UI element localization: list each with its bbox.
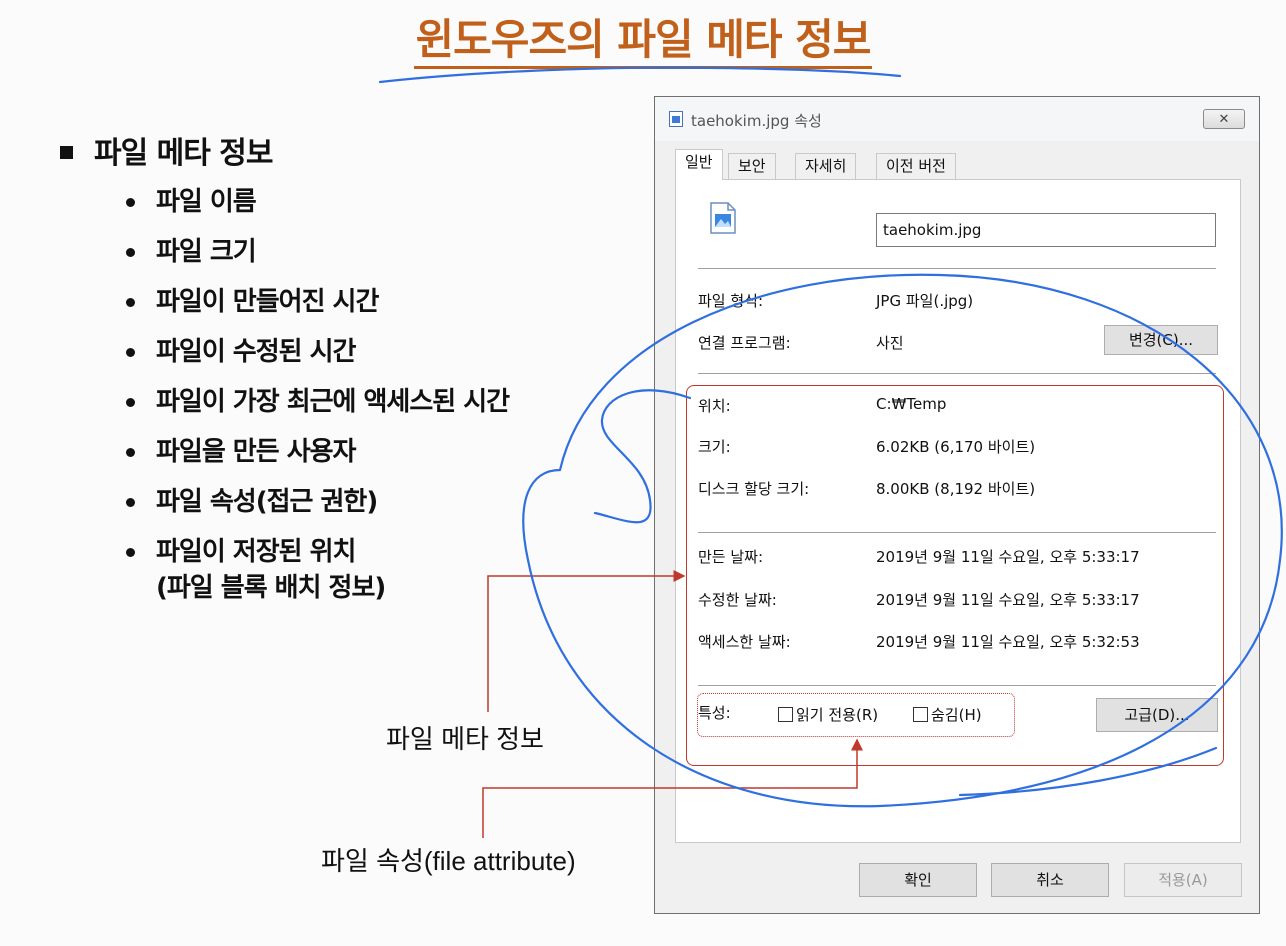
close-icon: ✕ <box>1218 112 1230 127</box>
open-with-value: 사진 <box>876 334 904 352</box>
dot-bullet-icon <box>126 398 135 407</box>
tab-previous-versions[interactable]: 이전 버전 <box>876 153 956 179</box>
list-item: 파일이 수정된 시간 <box>60 334 620 370</box>
main-bullet-text: 파일 메타 정보 <box>94 136 273 171</box>
apply-button[interactable]: 적용(A) <box>1124 863 1242 897</box>
main-bullet: 파일 메타 정보 <box>60 130 620 178</box>
ok-button[interactable]: 확인 <box>859 863 977 897</box>
file-type-value: JPG 파일(.jpg) <box>876 292 974 310</box>
sub-bullet-list: 파일 이름 파일 크기 파일이 만들어진 시간 파일이 수정된 시간 파일이 가… <box>60 184 620 606</box>
bullet-section: 파일 메타 정보 파일 이름 파일 크기 파일이 만들어진 시간 파일이 수정된… <box>60 130 620 620</box>
tab-details[interactable]: 자세히 <box>795 153 857 179</box>
cancel-button[interactable]: 취소 <box>991 863 1109 897</box>
change-button[interactable]: 변경(C)... <box>1104 325 1218 355</box>
list-item: 파일이 만들어진 시간 <box>60 284 620 320</box>
dot-bullet-icon <box>126 498 135 507</box>
divider <box>698 268 1216 269</box>
list-item-text: 파일을 만든 사용자 <box>156 437 356 467</box>
list-item-text: 파일 이름 <box>156 187 257 217</box>
list-item: 파일이 가장 최근에 액세스된 시간 <box>60 384 620 420</box>
dialog-title: taehokim.jpg 속성 <box>691 112 822 130</box>
list-item-text: 파일이 수정된 시간 <box>156 337 356 367</box>
image-file-icon <box>710 202 736 234</box>
dot-bullet-icon <box>126 198 135 207</box>
close-button[interactable]: ✕ <box>1203 109 1245 129</box>
list-item-text: 파일 속성(접근 권한) <box>156 487 378 517</box>
callout-attr-label: 파일 속성(file attribute) <box>321 846 576 876</box>
list-item: 파일을 만든 사용자 <box>60 434 620 470</box>
dot-bullet-icon <box>126 348 135 357</box>
list-item-text: 파일이 만들어진 시간 <box>156 287 379 317</box>
dot-bullet-icon <box>126 448 135 457</box>
divider <box>698 373 1216 374</box>
dot-bullet-icon <box>126 548 135 557</box>
slide: 윈도우즈의 파일 메타 정보 파일 메타 정보 파일 이름 파일 크기 파일이 … <box>0 0 1286 946</box>
dot-bullet-icon <box>126 298 135 307</box>
slide-title-wrap: 윈도우즈의 파일 메타 정보 <box>0 14 1286 69</box>
tab-general[interactable]: 일반 <box>675 149 723 180</box>
callout-meta-label: 파일 메타 정보 <box>386 724 544 754</box>
slide-title: 윈도우즈의 파일 메타 정보 <box>413 14 873 69</box>
list-item-text: 파일이 가장 최근에 액세스된 시간 <box>156 387 510 417</box>
filename-input[interactable] <box>876 213 1216 247</box>
dot-bullet-icon <box>126 248 135 257</box>
dialog-titlebar[interactable]: taehokim.jpg 속성 ✕ <box>655 97 1259 141</box>
tab-security[interactable]: 보안 <box>728 153 776 179</box>
list-item: 파일이 저장된 위치 (파일 블록 배치 정보) <box>60 534 620 606</box>
list-item-text: 파일 크기 <box>156 237 257 267</box>
list-item: 파일 속성(접근 권한) <box>60 484 620 520</box>
image-file-icon <box>669 111 683 127</box>
attributes-highlight-box <box>697 693 1015 737</box>
list-item: 파일 크기 <box>60 234 620 270</box>
list-item: 파일 이름 <box>60 184 620 220</box>
open-with-label: 연결 프로그램: <box>698 334 791 352</box>
list-item-text: 파일이 저장된 위치 (파일 블록 배치 정보) <box>156 537 386 603</box>
file-type-label: 파일 형식: <box>698 292 764 310</box>
square-bullet-icon <box>60 146 73 159</box>
